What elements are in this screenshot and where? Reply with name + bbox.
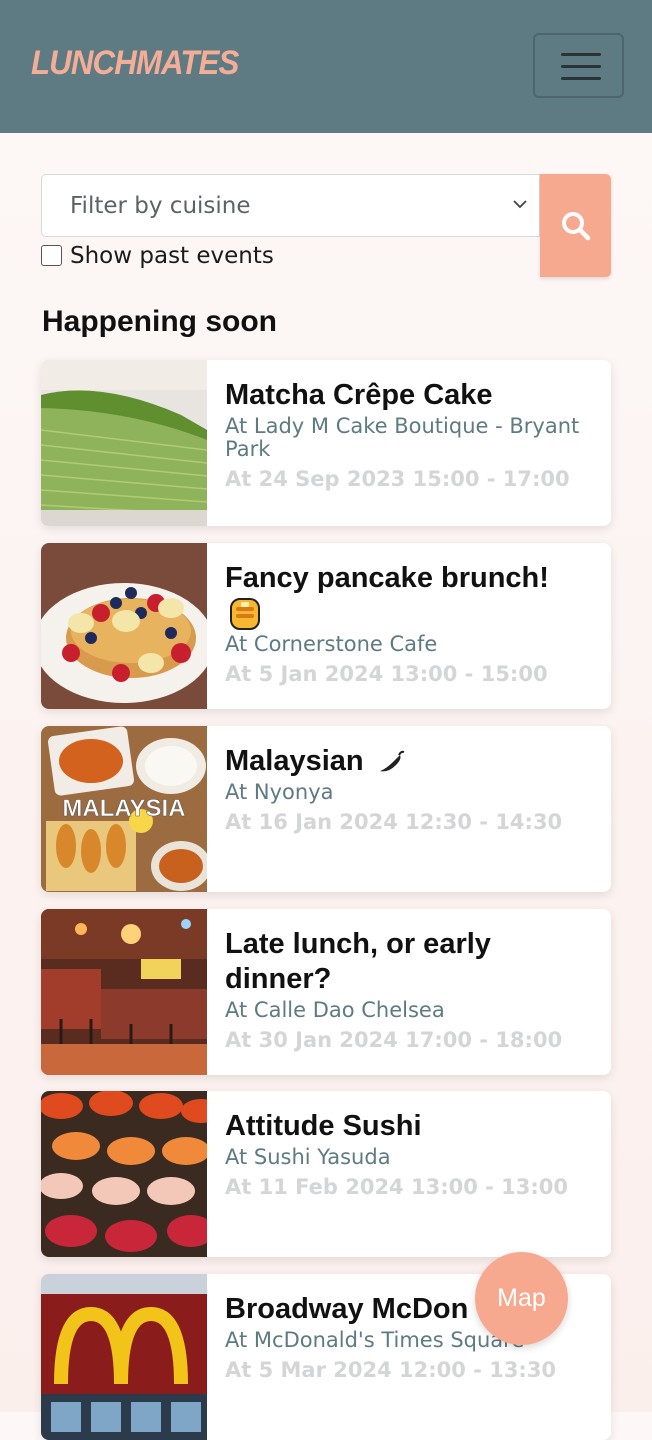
show-past-events-label[interactable]: Show past events — [70, 243, 274, 269]
chevron-down-icon — [513, 200, 527, 209]
mcdonalds-storefront-photo — [41, 1274, 207, 1440]
event-place: At Lady M Cake Boutique - Bryant Park — [225, 414, 580, 461]
sushi-photo — [41, 1091, 207, 1257]
event-info: Matcha Crêpe Cake At Lady M Cake Boutiqu… — [225, 378, 593, 492]
event-info: Fancy pancake brunch! At Cornerstone Caf… — [225, 561, 593, 687]
event-title[interactable]: Late lunch, or early dinner? — [225, 927, 593, 997]
event-place: At Nyonya — [225, 780, 334, 804]
malaysian-food-photo: MALAYSIA — [41, 726, 207, 892]
event-place: At Sushi Yasuda — [225, 1145, 391, 1169]
show-past-events-checkbox[interactable] — [41, 245, 62, 266]
event-card[interactable]: Fancy pancake brunch! At Cornerstone Caf… — [41, 543, 611, 709]
event-info: Attitude Sushi At Sushi Yasuda At 11 Feb… — [225, 1109, 593, 1200]
menu-toggle-button[interactable] — [533, 33, 624, 98]
event-title[interactable]: Matcha Crêpe Cake — [225, 378, 593, 413]
event-title-text: Broadway McDon — [225, 1293, 469, 1325]
map-button[interactable]: Map — [475, 1252, 568, 1345]
event-title[interactable]: Malaysian — [225, 744, 593, 779]
event-time: At 16 Jan 2024 12:30 - 14:30 — [225, 810, 563, 834]
event-time: At 5 Jan 2024 13:00 - 15:00 — [225, 662, 548, 687]
event-title[interactable]: Fancy pancake brunch! — [225, 561, 593, 631]
pancakes-photo — [41, 543, 207, 709]
event-title-text: Fancy pancake brunch! — [225, 562, 549, 594]
matcha-crepe-cake-photo — [41, 360, 207, 526]
event-card[interactable]: Attitude Sushi At Sushi Yasuda At 11 Feb… — [41, 1091, 611, 1257]
event-place: At Calle Dao Chelsea — [225, 998, 445, 1022]
chili-pepper-emoji — [379, 751, 405, 772]
event-time: At 30 Jan 2024 17:00 - 18:00 — [225, 1028, 563, 1052]
cuisine-filter-select[interactable]: Filter by cuisine — [41, 174, 540, 237]
search-button[interactable] — [540, 174, 611, 277]
event-time: At 11 Feb 2024 13:00 - 13:00 — [225, 1175, 569, 1199]
search-icon — [562, 212, 591, 241]
event-place: At Cornerstone Cafe — [225, 632, 438, 657]
pancakes-emoji — [230, 598, 260, 631]
restaurant-interior-photo — [41, 909, 207, 1075]
event-card[interactable]: Matcha Crêpe Cake At Lady M Cake Boutiqu… — [41, 360, 611, 526]
event-title[interactable]: Attitude Sushi — [225, 1109, 593, 1144]
event-time: At 5 Mar 2024 12:00 - 13:30 — [225, 1358, 557, 1382]
event-card[interactable]: Late lunch, or early dinner? At Calle Da… — [41, 909, 611, 1075]
image-caption: MALAYSIA — [62, 795, 185, 822]
event-title-text: Malaysian — [225, 745, 364, 777]
navbar: LUNCHMATES — [0, 0, 652, 133]
event-card[interactable]: MALAYSIA Malaysian At Nyonya At 16 Jan 2… — [41, 726, 611, 892]
section-title: Happening soon — [42, 305, 277, 338]
event-info: Malaysian At Nyonya At 16 Jan 2024 12:30… — [225, 744, 593, 835]
event-time: At 24 Sep 2023 15:00 - 17:00 — [225, 467, 570, 491]
event-info: Late lunch, or early dinner? At Calle Da… — [225, 927, 593, 1053]
brand-logo[interactable]: LUNCHMATES — [31, 44, 239, 83]
cuisine-filter-placeholder: Filter by cuisine — [70, 193, 251, 219]
